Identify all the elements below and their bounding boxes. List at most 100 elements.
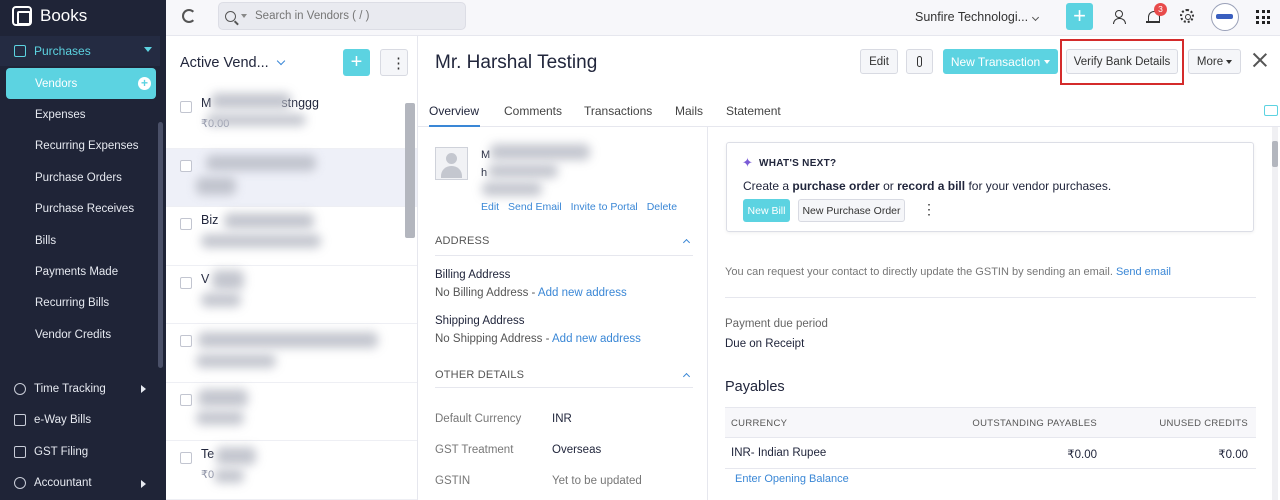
search-input[interactable] — [255, 10, 445, 22]
detail-value: Overseas — [552, 444, 602, 456]
chevron-right-icon — [141, 479, 146, 488]
other-details-heading[interactable]: OTHER DETAILS — [435, 369, 524, 381]
tab-overview[interactable]: Overview — [429, 104, 479, 118]
row-checkbox[interactable] — [180, 159, 192, 172]
list-view-title[interactable]: Active Vend... — [180, 55, 269, 71]
delete-contact-link[interactable]: Delete — [647, 201, 677, 213]
more-options-button[interactable] — [380, 49, 408, 76]
chevron-down-icon[interactable] — [276, 56, 286, 66]
list-scrollbar[interactable] — [405, 103, 415, 238]
tab-transactions[interactable]: Transactions — [584, 104, 652, 118]
add-shipping-address-link[interactable]: Add new address — [552, 333, 641, 345]
apps-grid-icon[interactable] — [1256, 10, 1270, 24]
row-checkbox[interactable] — [180, 218, 192, 230]
row-checkbox[interactable] — [180, 452, 192, 464]
search-filter-caret-icon[interactable] — [241, 14, 247, 18]
row-checkbox[interactable] — [180, 335, 192, 347]
detail-scrollbar[interactable] — [1272, 127, 1278, 500]
add-billing-address-link[interactable]: Add new address — [538, 287, 627, 299]
sidebar-item-label: e-Way Bills — [34, 414, 92, 427]
gear-icon[interactable] — [1180, 9, 1194, 23]
organization-name[interactable]: Sunfire Technologi... — [915, 10, 1028, 24]
attachment-button[interactable] — [906, 49, 933, 74]
detail-value: Yet to be updated — [552, 475, 642, 487]
list-item[interactable] — [166, 383, 417, 441]
avatar[interactable] — [1211, 3, 1239, 31]
list-item[interactable]: Biz — [166, 207, 417, 266]
tab-statement[interactable]: Statement — [726, 104, 781, 118]
sidebar-item-vendor-credits[interactable]: Vendor Credits — [0, 319, 160, 350]
add-vendor-icon[interactable]: + — [138, 77, 151, 90]
list-item[interactable] — [166, 324, 417, 383]
search-box[interactable] — [218, 2, 466, 30]
app-brand[interactable]: Books — [0, 0, 166, 32]
nav-list: Vendors + Expenses Recurring Expenses Pu… — [0, 68, 160, 351]
truck-icon — [14, 414, 26, 427]
sidebar-item-gst-filing[interactable]: GST Filing — [0, 436, 160, 468]
row-checkbox[interactable] — [180, 276, 192, 289]
list-item[interactable] — [166, 148, 417, 207]
notification-badge: 3 — [1154, 3, 1167, 16]
sidebar-item-label: Vendors — [35, 77, 78, 90]
send-email-link[interactable]: Send Email — [508, 201, 562, 213]
shipping-address-value: No Shipping Address - Add new address — [435, 333, 641, 345]
invite-portal-link[interactable]: Invite to Portal — [571, 201, 638, 213]
list-item[interactable]: Te ₹0 — [166, 441, 417, 500]
outstanding-cell: ₹0.00 — [1067, 449, 1097, 461]
sidebar-item-expenses[interactable]: Expenses — [0, 99, 160, 130]
more-button[interactable]: More — [1188, 49, 1241, 74]
redaction-blur — [196, 176, 236, 195]
row-checkbox[interactable] — [180, 101, 192, 113]
sidebar-item-accountant[interactable]: Accountant — [0, 468, 160, 500]
redaction-blur — [206, 154, 316, 171]
new-transaction-button[interactable]: New Transaction — [943, 49, 1058, 74]
enter-opening-balance-link[interactable]: Enter Opening Balance — [735, 473, 849, 485]
sidebar-item-vendors[interactable]: Vendors + — [6, 68, 156, 100]
sidebar-item-label: Purchase Orders — [35, 171, 122, 184]
contact-edit-link[interactable]: Edit — [481, 201, 499, 213]
sidebar-item-recurring-expenses[interactable]: Recurring Expenses — [0, 131, 160, 162]
table-header: CURRENCY OUTSTANDING PAYABLES UNUSED CRE… — [725, 407, 1256, 438]
send-email-link[interactable]: Send email — [1116, 266, 1171, 278]
column-header: CURRENCY — [731, 418, 788, 429]
refresh-icon[interactable] — [182, 9, 196, 23]
sidebar-item-recurring-bills[interactable]: Recurring Bills — [0, 288, 160, 319]
close-icon[interactable] — [1252, 52, 1268, 68]
quick-create-button[interactable]: + — [1066, 3, 1093, 30]
new-purchase-order-button[interactable]: New Purchase Order — [798, 199, 905, 222]
sidebar-item-payments-made[interactable]: Payments Made — [0, 256, 160, 287]
chevron-up-icon[interactable] — [682, 238, 691, 247]
sidebar-item-bills[interactable]: Bills — [0, 225, 160, 256]
nav-bottom: Time Tracking e-Way Bills GST Filing Acc… — [0, 373, 160, 499]
chat-icon[interactable] — [1264, 105, 1278, 116]
chevron-up-icon[interactable] — [682, 372, 691, 381]
address-heading[interactable]: ADDRESS — [435, 235, 490, 247]
kebab-menu-icon[interactable]: ⋮ — [922, 201, 936, 218]
column-divider — [707, 127, 708, 500]
sidebar-item-purchase-receives[interactable]: Purchase Receives — [0, 194, 160, 225]
sidebar-item-label: Payments Made — [35, 266, 119, 279]
sidebar-item-eway-bills[interactable]: e-Way Bills — [0, 405, 160, 437]
chevron-down-icon[interactable] — [1031, 13, 1040, 22]
edit-button[interactable]: Edit — [860, 49, 898, 74]
tab-comments[interactable]: Comments — [504, 104, 562, 118]
detail-key: GSTIN — [435, 475, 471, 487]
list-item[interactable]: V — [166, 266, 417, 324]
new-vendor-button[interactable]: + — [343, 49, 370, 76]
sidebar-item-time-tracking[interactable]: Time Tracking — [0, 373, 160, 405]
whats-next-card: ✦ WHAT'S NEXT? Create a purchase order o… — [726, 142, 1254, 232]
top-bar: Sunfire Technologi... + 3 — [166, 0, 1280, 36]
redaction-blur — [198, 388, 248, 407]
sidebar-scrollbar[interactable] — [158, 122, 163, 368]
new-bill-button[interactable]: New Bill — [743, 199, 790, 222]
redaction-blur — [201, 234, 321, 248]
tab-mails[interactable]: Mails — [675, 104, 703, 118]
users-icon[interactable] — [1113, 9, 1129, 25]
page-title: Mr. Harshal Testing — [435, 52, 598, 73]
row-checkbox[interactable] — [180, 393, 192, 406]
nav-section-purchases[interactable]: Purchases — [0, 36, 160, 66]
list-item[interactable]: Mstnggg ₹0.00 — [166, 90, 417, 149]
search-icon[interactable] — [225, 10, 236, 22]
sidebar-item-purchase-orders[interactable]: Purchase Orders — [0, 162, 160, 193]
sidebar-item-label: Recurring Expenses — [35, 140, 139, 153]
